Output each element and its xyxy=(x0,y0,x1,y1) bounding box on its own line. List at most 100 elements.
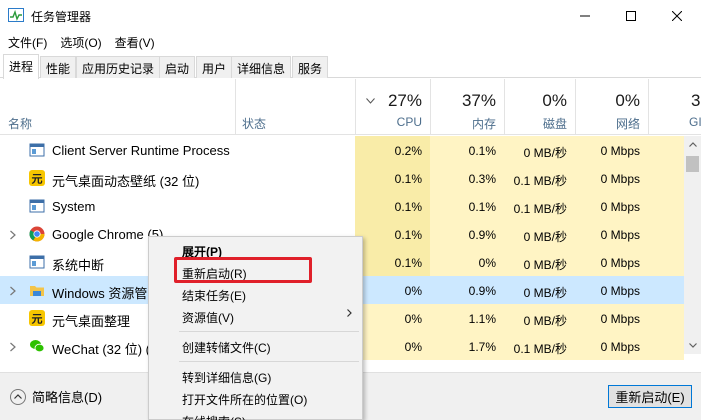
svg-text:元: 元 xyxy=(32,173,43,186)
expand-chevron-icon[interactable] xyxy=(9,229,17,240)
process-name: 元气桌面整理 xyxy=(52,314,131,329)
column-cpu[interactable]: 27% CPU xyxy=(355,79,430,135)
network-cell: 0 Mbps xyxy=(575,332,648,360)
memory-cell: 0.1% xyxy=(430,136,504,164)
submenu-arrow-icon xyxy=(347,309,352,320)
ctx-end-task[interactable]: 结束任务(E) xyxy=(149,283,362,305)
menu-view[interactable]: 查看(V) xyxy=(107,31,160,53)
memory-cell: 0.1% xyxy=(430,192,504,220)
tab-startup[interactable]: 启动 xyxy=(159,56,196,78)
system-process-icon xyxy=(29,254,45,270)
chevron-up-icon xyxy=(688,142,697,147)
menu-separator xyxy=(179,331,359,332)
column-status[interactable]: 状态 xyxy=(235,79,355,135)
ctx-create-dump[interactable]: 创建转储文件(C) xyxy=(149,335,362,357)
explorer-folder-icon xyxy=(29,282,45,298)
table-row[interactable]: Client Server Runtime Process 0.2% 0.1% … xyxy=(0,136,684,164)
ctx-open-file-location[interactable]: 打开文件所在的位置(O) xyxy=(149,387,362,409)
ctx-resource-values[interactable]: 资源值(V) xyxy=(149,305,362,327)
expand-chevron-icon[interactable] xyxy=(9,285,17,296)
process-name: Google Chrome (5) xyxy=(52,227,164,242)
process-name: WeChat (32 位) ( xyxy=(52,342,151,357)
disk-cell: 0 MB/秒 xyxy=(523,286,567,300)
gpu-cell xyxy=(648,276,684,304)
minimize-icon xyxy=(580,15,590,16)
gpu-cell xyxy=(648,248,684,276)
cpu-cell: 0.2% xyxy=(355,136,430,164)
column-network[interactable]: 0% 网络 xyxy=(575,79,648,135)
svg-text:元: 元 xyxy=(32,313,43,326)
disk-cell: 0 MB/秒 xyxy=(504,220,575,248)
fewer-details-label: 简略信息(D) xyxy=(32,390,103,405)
maximize-icon xyxy=(626,10,636,21)
scroll-down-button[interactable] xyxy=(684,337,701,354)
column-memory[interactable]: 37% 内存 xyxy=(430,79,504,135)
sort-down-icon xyxy=(366,93,375,107)
network-cell: 0 Mbps xyxy=(575,220,648,248)
chevron-down-icon xyxy=(688,343,697,348)
menu-options[interactable]: 选项(O) xyxy=(52,31,106,53)
tab-performance[interactable]: 性能 xyxy=(40,56,77,78)
cpu-cell: 0.1% xyxy=(355,220,430,248)
column-disk[interactable]: 0% 磁盘 xyxy=(504,79,575,135)
maximize-button[interactable] xyxy=(608,0,654,31)
close-button[interactable] xyxy=(654,0,700,31)
column-gpu[interactable]: 3 GI xyxy=(648,79,701,135)
memory-cell: 1.1% xyxy=(430,304,504,332)
yuanqi-app-icon: 元 xyxy=(29,170,45,186)
gpu-total-percent: 3 xyxy=(691,91,701,110)
process-name: Client Server Runtime Process xyxy=(52,143,230,158)
memory-cell: 0.9% xyxy=(430,220,504,248)
cpu-cell: 0% xyxy=(404,284,422,298)
tab-services[interactable]: 服务 xyxy=(292,56,329,78)
vertical-scrollbar[interactable] xyxy=(684,136,701,354)
ctx-search-online[interactable]: 在线搜索(S) xyxy=(149,409,362,420)
gpu-label: GI xyxy=(689,115,701,129)
disk-cell: 0 MB/秒 xyxy=(504,136,575,164)
tab-users[interactable]: 用户 xyxy=(196,56,233,78)
network-cell: 0 Mbps xyxy=(575,136,648,164)
memory-cell: 1.7% xyxy=(430,332,504,360)
table-header: 名称 状态 27% CPU 37% 内存 0% 磁盘 0% 网络 3 GI xyxy=(0,79,701,135)
title-bar: 任务管理器 xyxy=(0,0,701,31)
table-row[interactable]: 元 元气桌面动态壁纸 (32 位) 0.1% 0.3% 0.1 MB/秒 0 M… xyxy=(0,164,684,192)
tab-processes[interactable]: 进程 xyxy=(3,54,40,79)
disk-cell: 0 MB/秒 xyxy=(504,304,575,332)
close-icon xyxy=(672,10,682,21)
tab-bar: 进程 性能 应用历史记录 启动 用户 详细信息 服务 xyxy=(0,54,701,79)
cpu-label: CPU xyxy=(396,115,422,129)
ctx-go-to-details[interactable]: 转到详细信息(G) xyxy=(149,365,362,387)
process-name: 元气桌面动态壁纸 (32 位) xyxy=(52,174,200,189)
scrollbar-thumb[interactable] xyxy=(686,156,699,172)
expand-chevron-icon[interactable] xyxy=(9,341,17,352)
network-cell: 0 Mbps xyxy=(575,192,648,220)
scroll-up-button[interactable] xyxy=(684,136,701,153)
memory-label: 内存 xyxy=(471,117,496,131)
column-name[interactable]: 名称 xyxy=(8,115,32,132)
cpu-cell: 0.1% xyxy=(355,192,430,220)
disk-cell: 0.1 MB/秒 xyxy=(504,164,575,192)
gpu-cell xyxy=(648,164,684,192)
yuanqi-app-icon: 元 xyxy=(29,310,45,326)
tab-details[interactable]: 详细信息 xyxy=(231,56,292,78)
column-status-label: 状态 xyxy=(242,117,267,131)
ctx-resource-values-label: 资源值(V) xyxy=(182,311,234,325)
restart-button[interactable]: 重新启动(E) xyxy=(608,385,692,408)
minimize-button[interactable] xyxy=(562,0,608,31)
network-cell: 0 Mbps xyxy=(600,284,640,298)
cpu-cell: 0% xyxy=(355,304,430,332)
fewer-details-toggle[interactable]: 简略信息(D) xyxy=(10,387,102,406)
table-row[interactable]: System 0.1% 0.1% 0.1 MB/秒 0 Mbps xyxy=(0,192,684,220)
network-cell: 0 Mbps xyxy=(575,304,648,332)
tab-app-history[interactable]: 应用历史记录 xyxy=(76,56,161,78)
window-title: 任务管理器 xyxy=(31,10,92,24)
highlight-callout xyxy=(174,257,312,283)
disk-cell: 0.1 MB/秒 xyxy=(504,332,575,360)
system-process-icon xyxy=(29,198,45,214)
network-cell: 0 Mbps xyxy=(575,248,648,276)
menu-file[interactable]: 文件(F) xyxy=(0,31,52,53)
wechat-icon xyxy=(29,338,45,354)
memory-cell: 0% xyxy=(430,248,504,276)
task-manager-icon xyxy=(8,8,24,22)
network-label: 网络 xyxy=(615,117,640,131)
